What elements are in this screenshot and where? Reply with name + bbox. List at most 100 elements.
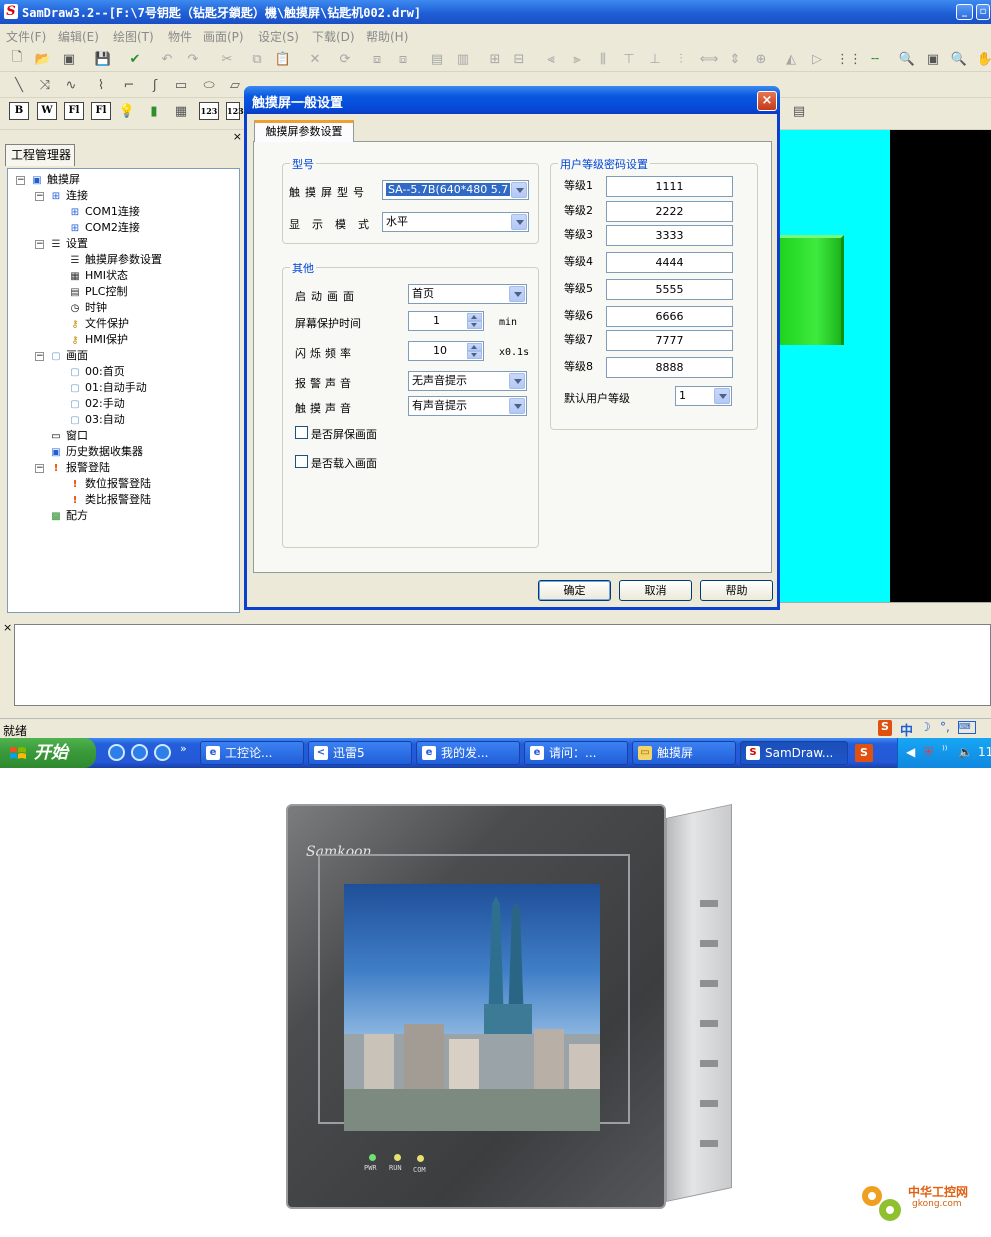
- screensaver-checkbox[interactable]: [295, 426, 308, 439]
- tree-expander[interactable]: −: [35, 464, 44, 473]
- menu-settings[interactable]: 设定(S): [258, 28, 299, 45]
- chevron-down-icon[interactable]: [509, 373, 525, 389]
- chevron-down-icon[interactable]: [509, 398, 525, 414]
- model-select[interactable]: SA--5.7B(640*480 5.7: [382, 180, 529, 200]
- tree-node-screen-00[interactable]: ▢ 00:首页: [68, 364, 124, 380]
- tree-node-alarm[interactable]: ! 报警登陆: [49, 460, 110, 476]
- spin-up-icon[interactable]: [467, 313, 482, 321]
- level6-password-input[interactable]: 6666: [606, 306, 733, 327]
- restore-button[interactable]: ▫: [976, 4, 990, 20]
- flip-horizontal-icon[interactable]: ◭: [782, 50, 800, 68]
- send-back-icon[interactable]: ▥: [454, 50, 472, 68]
- taskbar-item-folder[interactable]: ▭ 触摸屏: [632, 741, 736, 765]
- spin-down-icon[interactable]: [467, 351, 482, 359]
- save-icon[interactable]: 💾: [94, 50, 112, 68]
- zoom-in-icon[interactable]: 🔍: [898, 50, 916, 68]
- menu-edit[interactable]: 编辑(E): [58, 28, 99, 45]
- tab-hmi-params[interactable]: 触摸屏参数设置: [254, 120, 354, 142]
- paste-icon[interactable]: 📋: [274, 50, 292, 68]
- align-bottom-icon[interactable]: ⊥: [646, 50, 664, 68]
- tree-node-hmi-state[interactable]: ▦ HMI状态: [68, 268, 128, 284]
- tree-node-plc[interactable]: ▤ PLC控制: [68, 284, 127, 300]
- bit-switch-icon[interactable]: B: [9, 102, 29, 120]
- tree-node-alarm-bit[interactable]: ! 数位报警登陆: [68, 476, 151, 492]
- tree-node-file-protect[interactable]: ⚷ 文件保护: [68, 316, 129, 332]
- tree-node-screens[interactable]: ▢ 画面: [49, 348, 88, 364]
- check-icon[interactable]: ✔: [126, 50, 144, 68]
- undo-icon[interactable]: ↶: [158, 50, 176, 68]
- align-left-icon[interactable]: ⫷: [542, 50, 560, 68]
- tree-expander[interactable]: −: [35, 192, 44, 201]
- touch-sound-select[interactable]: 有声音提示: [408, 396, 527, 416]
- rectangle-tool-icon[interactable]: ▭: [172, 76, 190, 94]
- chevron-down-icon[interactable]: [509, 286, 525, 302]
- cut-icon[interactable]: ✂: [218, 50, 236, 68]
- bit-lamp-icon[interactable]: 💡: [118, 102, 136, 120]
- connector-tool-icon[interactable]: ⌐: [120, 76, 138, 94]
- ok-button[interactable]: 确定: [538, 580, 611, 601]
- screen-list-icon[interactable]: ▤: [790, 102, 808, 120]
- chevron-down-icon[interactable]: [714, 388, 730, 404]
- bezier-tool-icon[interactable]: ʃ: [146, 76, 164, 94]
- ruler-icon[interactable]: ╌: [866, 50, 884, 68]
- tree-node-screen-03[interactable]: ▢ 03:自动: [68, 412, 124, 428]
- redo-icon[interactable]: ↷: [184, 50, 202, 68]
- sogou-taskbar-icon[interactable]: S: [855, 744, 873, 762]
- minimize-button[interactable]: _: [956, 4, 973, 20]
- level3-password-input[interactable]: 3333: [606, 225, 733, 246]
- menu-object[interactable]: 物件: [168, 28, 192, 45]
- same-size-icon[interactable]: ⊕: [752, 50, 770, 68]
- load-screen-checkbox[interactable]: [295, 455, 308, 468]
- function-block-icon[interactable]: Fl: [91, 102, 111, 120]
- level8-password-input[interactable]: 8888: [606, 357, 733, 378]
- cancel-button[interactable]: 取消: [619, 580, 692, 601]
- new-file-icon[interactable]: 🗋: [8, 50, 26, 68]
- tree-node-screen-02[interactable]: ▢ 02:手动: [68, 396, 124, 412]
- ime-mode[interactable]: 中: [900, 720, 913, 739]
- quicklaunch-browser-icon[interactable]: [108, 744, 125, 761]
- taskbar-item-thunder[interactable]: < 迅雷5: [308, 741, 412, 765]
- quicklaunch-explorer-icon[interactable]: [154, 744, 171, 761]
- quicklaunch-more-icon[interactable]: »: [180, 742, 187, 755]
- screensaver-time-spinner[interactable]: 1: [408, 311, 484, 331]
- open-folder-icon[interactable]: 📂: [34, 50, 52, 68]
- level7-password-input[interactable]: 7777: [606, 330, 733, 351]
- chevron-down-icon[interactable]: [511, 214, 527, 230]
- grid-icon[interactable]: ⋮⋮: [836, 50, 862, 68]
- canvas-green-button-object[interactable]: [780, 235, 844, 345]
- function-key-icon[interactable]: Fl: [64, 102, 84, 120]
- dialog-close-button[interactable]: ×: [757, 91, 777, 111]
- flip-vertical-icon[interactable]: ▷: [808, 50, 826, 68]
- tree-node-history[interactable]: ▣ 历史数据收集器: [49, 444, 143, 460]
- multi-state-lamp-icon[interactable]: ▮: [145, 102, 163, 120]
- curve-tool-icon[interactable]: ∿: [62, 76, 80, 94]
- clock-text[interactable]: 11: [978, 745, 991, 759]
- tree-node-screen-01[interactable]: ▢ 01:自动手动: [68, 380, 146, 396]
- display-mode-select[interactable]: 水平: [382, 212, 529, 232]
- output-close-icon[interactable]: ×: [3, 621, 12, 634]
- polygon-tool-icon[interactable]: ▱: [226, 76, 244, 94]
- tree-node-alarm-analog[interactable]: ! 类比报警登陆: [68, 492, 151, 508]
- tree-expander[interactable]: −: [16, 176, 25, 185]
- ungroup-icon[interactable]: ⧈: [394, 50, 412, 68]
- tree-node-clock[interactable]: ◷ 时钟: [68, 300, 107, 316]
- alarm-sound-select[interactable]: 无声音提示: [408, 371, 527, 391]
- help-button[interactable]: 帮助: [700, 580, 773, 601]
- tree-expander[interactable]: −: [35, 352, 44, 361]
- menu-draw[interactable]: 绘图(T): [113, 28, 154, 45]
- polyline-tool-icon[interactable]: ⤨: [36, 76, 54, 94]
- menu-file[interactable]: 文件(F): [6, 28, 46, 45]
- menu-download[interactable]: 下载(D): [312, 28, 355, 45]
- save-all-icon[interactable]: ▣: [60, 50, 78, 68]
- tree-expander[interactable]: −: [35, 240, 44, 249]
- taskbar-item-question[interactable]: e 请问：...: [524, 741, 628, 765]
- menu-screen[interactable]: 画面(P): [203, 28, 244, 45]
- align-hcenter-icon[interactable]: ⫼: [594, 50, 612, 68]
- level1-password-input[interactable]: 1111: [606, 176, 733, 197]
- taskbar-item-samdraw[interactable]: S SamDraw...: [740, 741, 848, 765]
- start-button[interactable]: 开始: [0, 738, 96, 768]
- tree-node-connect[interactable]: ⊞ 连接: [49, 188, 88, 204]
- numeric-input-icon[interactable]: 123: [199, 102, 219, 120]
- taskbar-item-post[interactable]: e 我的发...: [416, 741, 520, 765]
- align-vcenter-icon[interactable]: ⫶: [672, 50, 690, 68]
